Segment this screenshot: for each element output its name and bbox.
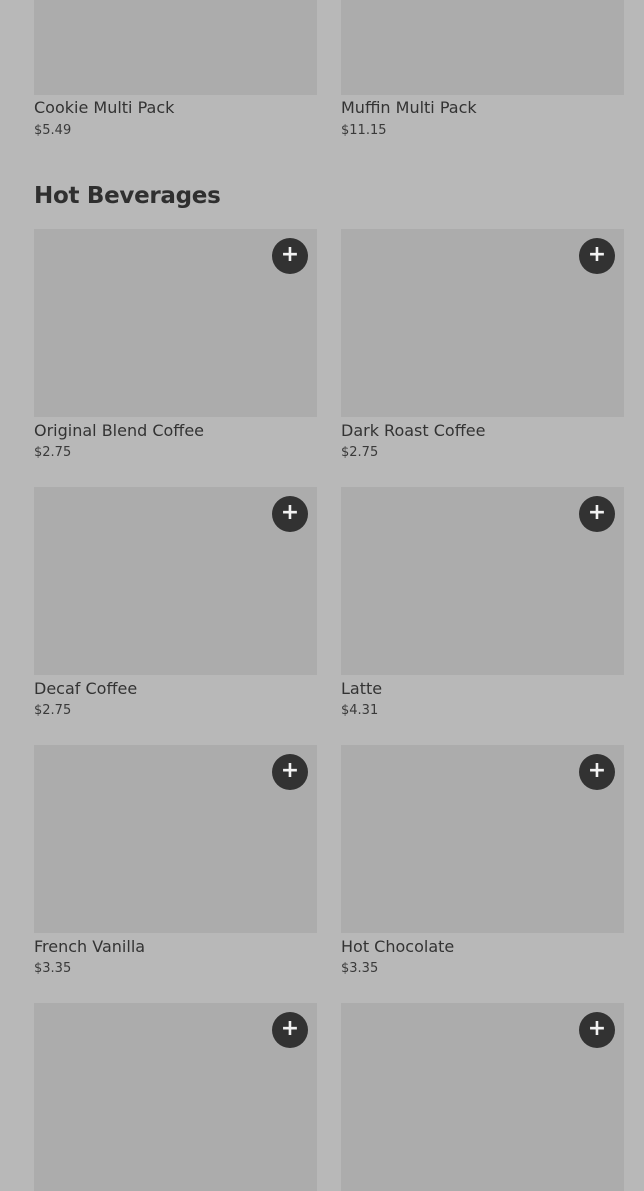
plus-icon: + xyxy=(280,500,300,525)
item-image[interactable] xyxy=(341,0,624,95)
menu-item-card[interactable]: + Decaf Coffee $2.75 xyxy=(34,487,317,718)
menu-item-card[interactable]: Muffin Multi Pack $11.15 xyxy=(341,0,624,138)
section-title: Hot Beverages xyxy=(34,183,221,209)
menu-item-card[interactable]: + xyxy=(34,1003,317,1191)
add-item-button[interactable]: + xyxy=(579,496,615,532)
item-image[interactable] xyxy=(34,0,317,95)
add-item-button[interactable]: + xyxy=(272,1012,308,1048)
menu-item-card[interactable]: + Dark Roast Coffee $2.75 xyxy=(341,229,624,460)
menu-item-card[interactable]: + xyxy=(341,1003,624,1191)
add-item-button[interactable]: + xyxy=(579,238,615,274)
item-name: Latte xyxy=(341,679,383,698)
plus-icon: + xyxy=(280,1016,300,1041)
item-name: Decaf Coffee xyxy=(34,679,138,698)
plus-icon: + xyxy=(587,242,607,267)
menu-item-card[interactable]: + Original Blend Coffee $2.75 xyxy=(34,229,317,460)
item-price: $3.35 xyxy=(34,961,72,976)
item-image[interactable]: + xyxy=(34,487,317,675)
item-image[interactable]: + xyxy=(34,1003,317,1191)
item-name: Hot Chocolate xyxy=(341,937,455,956)
menu-item-card[interactable]: + French Vanilla $3.35 xyxy=(34,745,317,976)
plus-icon: + xyxy=(587,1016,607,1041)
menu-item-card[interactable]: + Hot Chocolate $3.35 xyxy=(341,745,624,976)
item-image[interactable]: + xyxy=(34,229,317,417)
plus-icon: + xyxy=(280,758,300,783)
item-price: $2.75 xyxy=(34,703,72,718)
item-image[interactable]: + xyxy=(341,487,624,675)
add-item-button[interactable]: + xyxy=(272,496,308,532)
item-name: French Vanilla xyxy=(34,937,146,956)
item-image[interactable]: + xyxy=(341,745,624,933)
menu-page: Cookie Multi Pack $5.49 Muffin Multi Pac… xyxy=(0,0,644,1191)
item-price: $2.75 xyxy=(34,445,72,460)
add-item-button[interactable]: + xyxy=(579,1012,615,1048)
plus-icon: + xyxy=(587,500,607,525)
menu-item-card[interactable]: Cookie Multi Pack $5.49 xyxy=(34,0,317,138)
item-price: $4.31 xyxy=(341,703,379,718)
item-name: Original Blend Coffee xyxy=(34,421,205,440)
menu-item-card[interactable]: + Latte $4.31 xyxy=(341,487,624,718)
item-price: $5.49 xyxy=(34,123,72,138)
add-item-button[interactable]: + xyxy=(272,754,308,790)
item-price: $3.35 xyxy=(341,961,379,976)
item-image[interactable]: + xyxy=(34,745,317,933)
item-name: Dark Roast Coffee xyxy=(341,421,486,440)
item-price: $2.75 xyxy=(341,445,379,460)
item-name: Muffin Multi Pack xyxy=(341,98,477,117)
item-image[interactable]: + xyxy=(341,1003,624,1191)
item-image[interactable]: + xyxy=(341,229,624,417)
item-name: Cookie Multi Pack xyxy=(34,98,175,117)
add-item-button[interactable]: + xyxy=(579,754,615,790)
add-item-button[interactable]: + xyxy=(272,238,308,274)
plus-icon: + xyxy=(587,758,607,783)
plus-icon: + xyxy=(280,242,300,267)
item-price: $11.15 xyxy=(341,123,387,138)
